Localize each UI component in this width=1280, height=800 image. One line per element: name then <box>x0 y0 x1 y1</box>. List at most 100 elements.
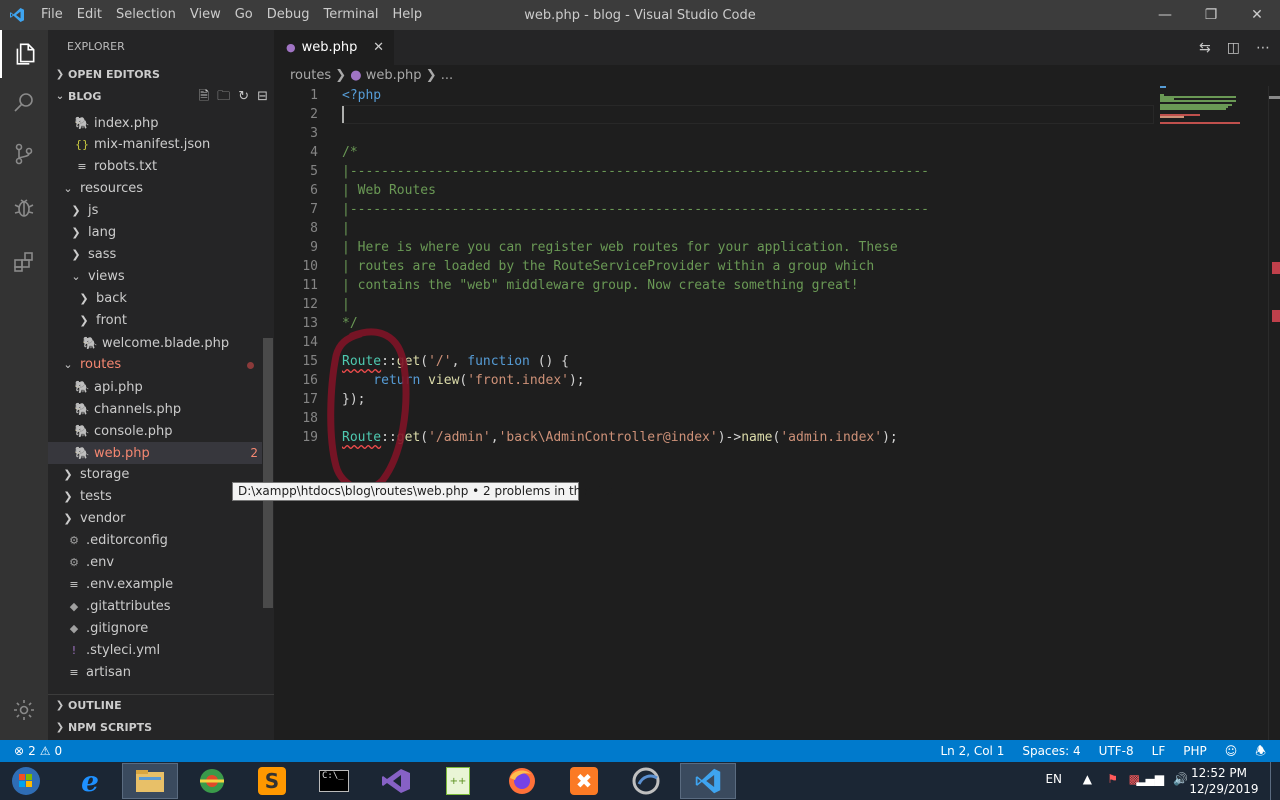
tree-item[interactable]: ◆ .gitignore <box>48 618 262 640</box>
restore-icon[interactable]: ❐ <box>1188 0 1234 30</box>
refresh-icon[interactable]: ↻ <box>238 86 249 108</box>
git-icon: ◆ <box>69 600 79 613</box>
code-editor[interactable]: 1 <?php 2 3 4 /* 5 |---------------------------… <box>274 86 1280 740</box>
sublime-text-icon[interactable]: S <box>244 763 300 799</box>
eclipse-like-icon[interactable] <box>618 763 674 799</box>
menu-item-edit[interactable]: Edit <box>70 0 109 30</box>
vscode-taskbar-icon[interactable] <box>680 763 736 799</box>
more-actions-icon[interactable]: ⋯ <box>1256 40 1270 56</box>
menu-item-selection[interactable]: Selection <box>109 0 183 30</box>
internet-explorer-icon[interactable]: e <box>62 763 118 799</box>
command-prompt-icon[interactable]: C:\_ <box>306 763 362 799</box>
breadcrumb-more[interactable]: ... <box>441 68 453 83</box>
start-button-icon[interactable] <box>0 763 52 799</box>
show-hidden-icons-icon[interactable]: ▲ <box>1083 772 1092 786</box>
tree-item[interactable]: ⌄ routes <box>48 354 262 376</box>
indentation[interactable]: Spaces: 4 <box>1022 740 1080 762</box>
tree-item[interactable]: ❯ tests <box>48 486 262 508</box>
menu-item-terminal[interactable]: Terminal <box>317 0 386 30</box>
tree-item[interactable]: 🐘 channels.php <box>48 398 262 420</box>
action-center-flag-icon[interactable]: ⚑ <box>1107 772 1118 786</box>
new-file-icon[interactable]: 🗎 <box>199 86 209 108</box>
line-number: 3 <box>310 126 318 141</box>
open-editors-section[interactable]: ❯ OPEN EDITORS <box>48 64 274 86</box>
tree-item[interactable]: ◆ .gitattributes <box>48 596 262 618</box>
tree-item-label: robots.txt <box>94 159 158 174</box>
warning-icon: ⚠ <box>39 744 51 758</box>
tree-item[interactable]: ⚙ .editorconfig <box>48 530 262 552</box>
open-changes-icon[interactable]: ⇆ <box>1199 40 1211 56</box>
editor-scrollbar[interactable] <box>1268 86 1280 740</box>
tree-item[interactable]: ⌄ resources <box>48 178 262 200</box>
language-indicator[interactable]: EN <box>1045 772 1062 786</box>
tree-item[interactable]: 🐘 index.php <box>48 112 262 134</box>
outline-section[interactable]: ❯ OUTLINE <box>48 695 274 717</box>
search-icon[interactable] <box>0 78 48 126</box>
problems-indicator[interactable]: ⊗ 2 ⚠ 0 <box>14 740 62 762</box>
collapse-all-icon[interactable]: ⊟ <box>257 86 268 108</box>
network-signal-icon[interactable]: ▂▄▆ <box>1136 772 1164 786</box>
cursor-position[interactable]: Ln 2, Col 1 <box>940 740 1004 762</box>
tree-item[interactable]: ❯ front <box>48 310 262 332</box>
visual-studio-icon[interactable] <box>368 763 424 799</box>
project-section[interactable]: ⌄ BLOG 🗎 🗀 ↻ ⊟ <box>48 86 274 108</box>
encoding[interactable]: UTF-8 <box>1099 740 1134 762</box>
tree-item[interactable]: ❯ vendor <box>48 508 262 530</box>
menu-item-view[interactable]: View <box>183 0 228 30</box>
minimap[interactable] <box>1160 86 1268 740</box>
explorer-icon[interactable] <box>0 30 48 78</box>
tree-item[interactable]: ⌄ views <box>48 266 262 288</box>
tree-item[interactable]: ❯ storage <box>48 464 262 486</box>
sidebar-scrollbar[interactable] <box>263 338 273 608</box>
npm-scripts-section[interactable]: ❯ NPM SCRIPTS <box>48 717 274 739</box>
menu-item-help[interactable]: Help <box>385 0 429 30</box>
clock-time[interactable]: 12:52 PM <box>1188 766 1250 780</box>
menu-item-file[interactable]: File <box>34 0 70 30</box>
tree-item[interactable]: ❯ js <box>48 200 262 222</box>
tree-item[interactable]: ❯ sass <box>48 244 262 266</box>
settings-gear-icon[interactable] <box>0 686 48 734</box>
tree-item[interactable]: ! .styleci.yml <box>48 640 262 662</box>
xampp-icon[interactable]: ✖ <box>556 763 612 799</box>
tree-item[interactable]: ❯ lang <box>48 222 262 244</box>
tree-item[interactable]: ≡ artisan <box>48 662 262 684</box>
debug-icon[interactable] <box>0 184 48 232</box>
extensions-icon[interactable] <box>0 238 48 286</box>
new-folder-icon[interactable]: 🗀 <box>217 86 230 108</box>
menu-item-go[interactable]: Go <box>228 0 260 30</box>
clock-date[interactable]: 12/29/2019 <box>1188 782 1260 796</box>
firefox-icon[interactable] <box>494 763 550 799</box>
feedback-smiley-icon[interactable]: ☺ <box>1225 740 1238 762</box>
tree-item[interactable]: {} mix-manifest.json <box>48 134 262 156</box>
close-tab-icon[interactable]: ✕ <box>373 40 384 55</box>
tree-item[interactable]: ≡ robots.txt <box>48 156 262 178</box>
breadcrumb-folder[interactable]: routes <box>290 68 331 83</box>
tab-web-php[interactable]: ● web.php ✕ <box>274 30 394 65</box>
network-app-icon[interactable] <box>184 763 240 799</box>
activity-bar <box>0 30 48 740</box>
volume-icon[interactable]: 🔊 <box>1173 772 1188 786</box>
notifications-bell-icon[interactable]: 🕭 <box>1255 740 1266 762</box>
code-line: | routes are loaded by the RouteServiceP… <box>342 257 874 276</box>
notepad-plus-plus-icon[interactable]: ++ <box>430 763 486 799</box>
tree-item[interactable]: ⚙ .env <box>48 552 262 574</box>
split-editor-icon[interactable]: ◫ <box>1227 40 1240 56</box>
minimize-icon[interactable]: — <box>1142 0 1188 30</box>
close-icon[interactable]: ✕ <box>1234 0 1280 30</box>
source-control-icon[interactable] <box>0 130 48 178</box>
tree-item[interactable]: 🐘 console.php <box>48 420 262 442</box>
line-ending[interactable]: LF <box>1152 740 1166 762</box>
tree-item[interactable]: 🐘 welcome.blade.php <box>48 332 262 354</box>
language-mode[interactable]: PHP <box>1183 740 1207 762</box>
code-token: ); <box>882 430 898 445</box>
tree-item[interactable]: ❯ back <box>48 288 262 310</box>
tree-item-label: artisan <box>86 665 131 680</box>
menu-item-debug[interactable]: Debug <box>260 0 317 30</box>
show-desktop-button[interactable] <box>1270 762 1280 800</box>
tree-item[interactable]: 🐘 web.php 2 <box>48 442 262 464</box>
breadcrumb-file[interactable]: web.php <box>366 68 422 83</box>
file-explorer-icon[interactable] <box>122 763 178 799</box>
tree-item[interactable]: 🐘 api.php <box>48 376 262 398</box>
tree-item[interactable]: ≡ .env.example <box>48 574 262 596</box>
file-tree: 🐘 index.php {} mix-manifest.json ≡ robots.txt… <box>48 108 274 694</box>
